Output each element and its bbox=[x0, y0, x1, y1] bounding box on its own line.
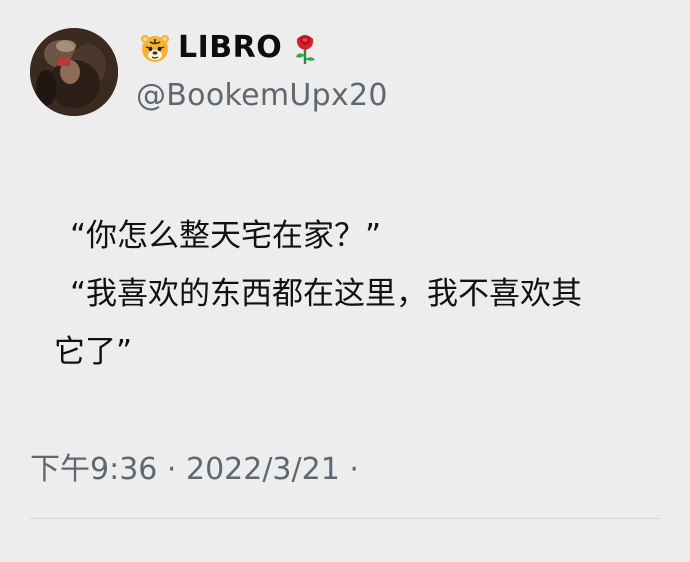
author-display-name[interactable]: LIBRO bbox=[178, 28, 282, 68]
divider bbox=[30, 518, 660, 519]
author-handle[interactable]: @BookemUpx20 bbox=[136, 76, 388, 116]
tweet-text-line: “我喜欢的东西都在这里，我不喜欢其 bbox=[70, 276, 583, 312]
avatar[interactable] bbox=[30, 28, 118, 116]
tweet-text-line: 它了” bbox=[54, 334, 133, 370]
tweet-text: “你怎么整天宅在家？” “我喜欢的东西都在这里，我不喜欢其 它了” bbox=[54, 207, 654, 381]
tweet-text-line: “你怎么整天宅在家？” bbox=[70, 218, 382, 254]
tweet-card: LIBRO @BookemUpx20 “你怎么整天宅在家？” “我喜欢的东西都在… bbox=[0, 0, 690, 562]
tweet-timestamp[interactable]: 下午9:36 · 2022/3/21 · bbox=[30, 448, 359, 492]
author-name-row[interactable]: LIBRO bbox=[138, 28, 322, 68]
rose-icon bbox=[288, 31, 322, 65]
tiger-face-icon bbox=[138, 31, 172, 65]
